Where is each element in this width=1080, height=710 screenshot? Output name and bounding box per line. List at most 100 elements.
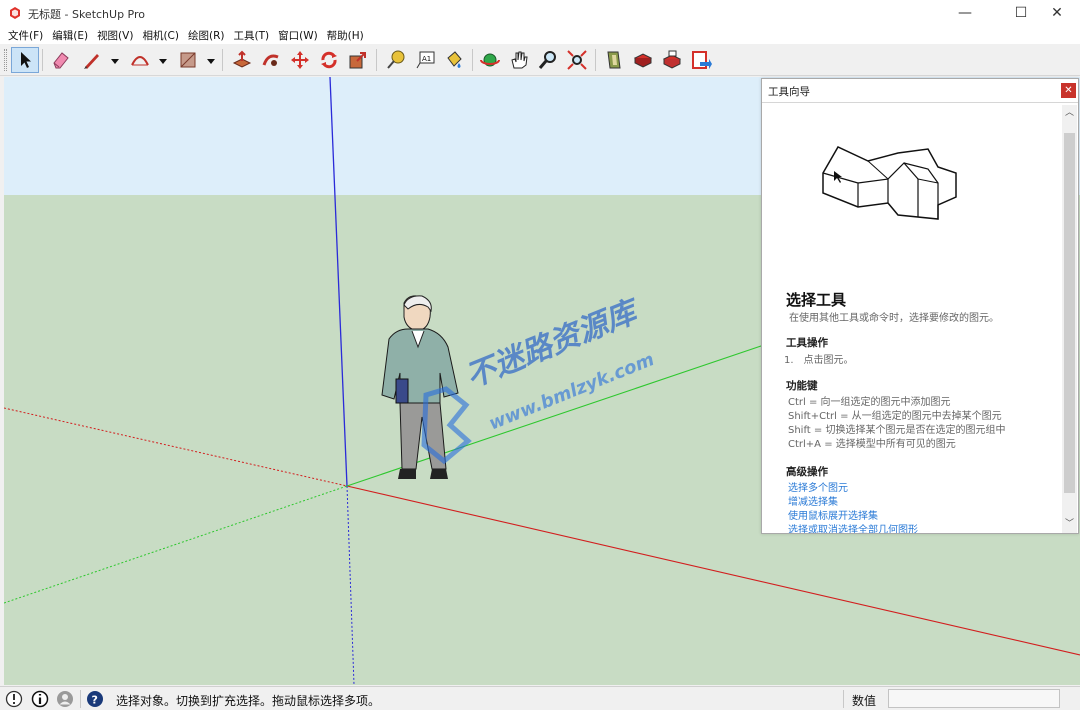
toolbar-separator (42, 49, 43, 71)
select-tool-button[interactable] (11, 47, 39, 73)
zoom-extents-tool-button[interactable] (563, 47, 591, 73)
advanced-link-select-all[interactable]: 选择或取消选择全部几何图形 (788, 521, 918, 533)
instructor-panel: 工具向导 ✕ 选择工具 在使用其他工具或命令时，选择要修改的图元。 工具操作 1… (761, 78, 1079, 534)
credits-info-icon[interactable] (31, 690, 49, 708)
shape-tool-button[interactable] (174, 47, 202, 73)
instructor-panel-header[interactable]: 工具向导 ✕ (762, 79, 1078, 103)
eraser-tool-button[interactable] (47, 47, 75, 73)
push-pull-tool-button[interactable] (228, 47, 256, 73)
modifier-key-line: Ctrl+A = 选择模型中所有可见的图元 (788, 439, 956, 450)
scale-tool-icon (349, 52, 366, 69)
shape-tools-dropdown-icon[interactable] (206, 56, 216, 66)
scroll-down-arrow-icon[interactable]: ﹀ (1062, 516, 1077, 533)
sketchup-window: 无标题 - SketchUp Pro — ☐ ✕ 文件(F) 编辑(E) 视图(… (0, 0, 1080, 710)
advanced-link-select-multiple[interactable]: 选择多个图元 (788, 479, 848, 494)
operation-step: 1. 点击图元。 (784, 355, 854, 366)
menu-help[interactable]: 帮助(H) (325, 26, 368, 44)
toolbar-separator (472, 49, 473, 71)
zoom-tool-button[interactable] (534, 47, 562, 73)
paint-bucket-tool-icon (447, 51, 462, 68)
menu-view[interactable]: 视图(V) (95, 26, 137, 44)
3d-warehouse-button[interactable] (600, 47, 628, 73)
tape-measure-tool-button[interactable] (382, 47, 410, 73)
measurements-label: 数值 (852, 694, 877, 708)
paint-bucket-tool-button[interactable] (440, 47, 468, 73)
scroll-up-arrow-icon[interactable]: ︿ (1062, 105, 1077, 122)
status-separator (80, 690, 81, 708)
3d-warehouse-icon (607, 51, 621, 69)
orbit-tool-icon (480, 53, 500, 67)
follow-me-tool-icon (262, 54, 279, 66)
sketchup-logo-icon (10, 7, 20, 19)
eraser-tool-icon (53, 52, 69, 69)
modifier-key-line: Shift = 切换选择某个图元是否在选定的图元组中 (788, 425, 1006, 436)
minimize-button[interactable]: — (942, 0, 988, 26)
text-tool-icon: A1 (416, 51, 435, 69)
instructor-scrollbar[interactable]: ︿ ﹀ (1062, 105, 1077, 533)
toolbar-grip[interactable] (4, 49, 7, 71)
move-tool-button[interactable] (286, 47, 314, 73)
account-icon[interactable] (56, 690, 74, 708)
advanced-link-add-remove[interactable]: 增减选择集 (788, 493, 838, 508)
extension-warehouse-icon (633, 53, 653, 68)
rotate-tool-button[interactable] (315, 47, 343, 73)
shape-tool-icon (180, 52, 196, 68)
extension-warehouse-button[interactable] (629, 47, 657, 73)
menu-camera[interactable]: 相机(C) (140, 26, 183, 44)
modifier-keys-title: 功能键 (786, 380, 818, 392)
menu-draw[interactable]: 绘图(R) (186, 26, 229, 44)
tape-measure-tool-icon (387, 50, 405, 69)
main-toolbar: A1 (0, 44, 1080, 76)
window-title: 无标题 - SketchUp Pro (28, 8, 146, 21)
text-tool-glyph: A1 (422, 55, 431, 63)
menu-edit[interactable]: 编辑(E) (50, 26, 92, 44)
layout-button[interactable] (658, 47, 686, 73)
menu-bar: 文件(F) 编辑(E) 视图(V) 相机(C) 绘图(R) 工具(T) 窗口(W… (0, 26, 1080, 44)
instructor-content: 选择工具 在使用其他工具或命令时，选择要修改的图元。 工具操作 1. 点击图元。… (764, 105, 1062, 533)
status-separator (843, 690, 844, 708)
toolbar-separator (222, 49, 223, 71)
follow-me-tool-button[interactable] (257, 47, 285, 73)
menu-file[interactable]: 文件(F) (6, 26, 47, 44)
arc-tools-dropdown-icon[interactable] (158, 56, 168, 66)
status-message: 选择对象。切换到扩充选择。拖动鼠标选择多项。 (116, 694, 381, 708)
instructor-panel-title: 工具向导 (768, 86, 810, 98)
tool-description: 在使用其他工具或命令时，选择要修改的图元。 (789, 313, 999, 324)
menu-window[interactable]: 窗口(W) (276, 26, 322, 44)
push-pull-tool-icon (232, 50, 252, 68)
tool-name: 选择工具 (786, 291, 847, 309)
instructor-help-icon[interactable]: ? (86, 690, 104, 708)
scroll-thumb[interactable] (1064, 133, 1075, 493)
measurements-input[interactable] (888, 689, 1060, 708)
title-bar: 无标题 - SketchUp Pro — ☐ ✕ (0, 0, 1080, 26)
zoom-extents-tool-icon (567, 50, 587, 70)
scale-tool-button[interactable] (344, 47, 372, 73)
orbit-tool-button[interactable] (476, 47, 504, 73)
select-tool-icon (21, 52, 31, 68)
layout-icon (662, 50, 682, 69)
line-tool-button[interactable] (78, 47, 106, 73)
line-tools-dropdown-icon[interactable] (110, 56, 120, 66)
close-panel-button[interactable]: ✕ (1061, 83, 1076, 98)
operation-section-title: 工具操作 (786, 337, 828, 349)
text-tool-button[interactable]: A1 (411, 47, 439, 73)
line-tool-icon (84, 54, 99, 69)
arc-tool-button[interactable] (126, 47, 154, 73)
send-to-layout-icon (692, 51, 712, 69)
svg-text:?: ? (92, 694, 98, 707)
rotate-tool-icon (321, 51, 337, 69)
menu-tools[interactable]: 工具(T) (231, 26, 273, 44)
close-window-button[interactable]: ✕ (1034, 0, 1080, 26)
send-to-layout-button[interactable] (687, 47, 715, 73)
zoom-tool-icon (538, 51, 556, 69)
house-illustration (822, 146, 957, 220)
toolbar-separator (376, 49, 377, 71)
modifier-key-line: Ctrl = 向一组选定的图元中添加图元 (788, 397, 951, 408)
pan-tool-button[interactable] (505, 47, 533, 73)
advanced-link-mouse-expand[interactable]: 使用鼠标展开选择集 (788, 507, 878, 522)
geo-location-icon[interactable] (5, 690, 23, 708)
toolbar-separator (595, 49, 596, 71)
arc-tool-icon (131, 56, 149, 66)
advanced-section-title: 高级操作 (786, 466, 828, 478)
status-bar: ? 选择对象。切换到扩充选择。拖动鼠标选择多项。 数值 (0, 686, 1080, 710)
